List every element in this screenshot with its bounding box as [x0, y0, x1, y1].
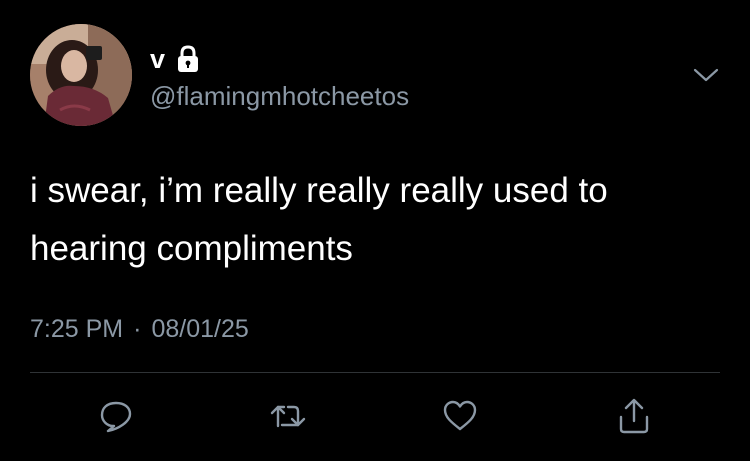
divider [30, 372, 720, 373]
timestamp-separator: · [133, 315, 142, 343]
chevron-down-icon[interactable] [692, 64, 720, 86]
speech-bubble-icon [98, 398, 134, 434]
like-button[interactable] [440, 396, 480, 436]
user-handle[interactable]: @flamingmhotcheetos [150, 80, 409, 112]
display-name-row: v [150, 44, 203, 74]
tweet-card: v @flamingmhotcheetos i swear, i’m reall… [0, 0, 750, 461]
retweet-icon [268, 398, 308, 434]
heart-icon [441, 398, 479, 434]
tweet-date[interactable]: 08/01/25 [151, 312, 248, 346]
display-name[interactable]: v [150, 44, 165, 74]
share-icon [615, 397, 653, 435]
avatar-image [30, 24, 132, 126]
tweet-time[interactable]: 7:25 PM [30, 312, 123, 346]
share-button[interactable] [614, 396, 654, 436]
tweet-timestamp: 7:25 PM · 08/01/25 [30, 312, 249, 346]
retweet-button[interactable] [268, 396, 308, 436]
tweet-text: i swear, i’m really really really used t… [30, 171, 608, 268]
lock-icon [173, 44, 203, 74]
reply-button[interactable] [96, 396, 136, 436]
avatar[interactable] [30, 24, 132, 126]
